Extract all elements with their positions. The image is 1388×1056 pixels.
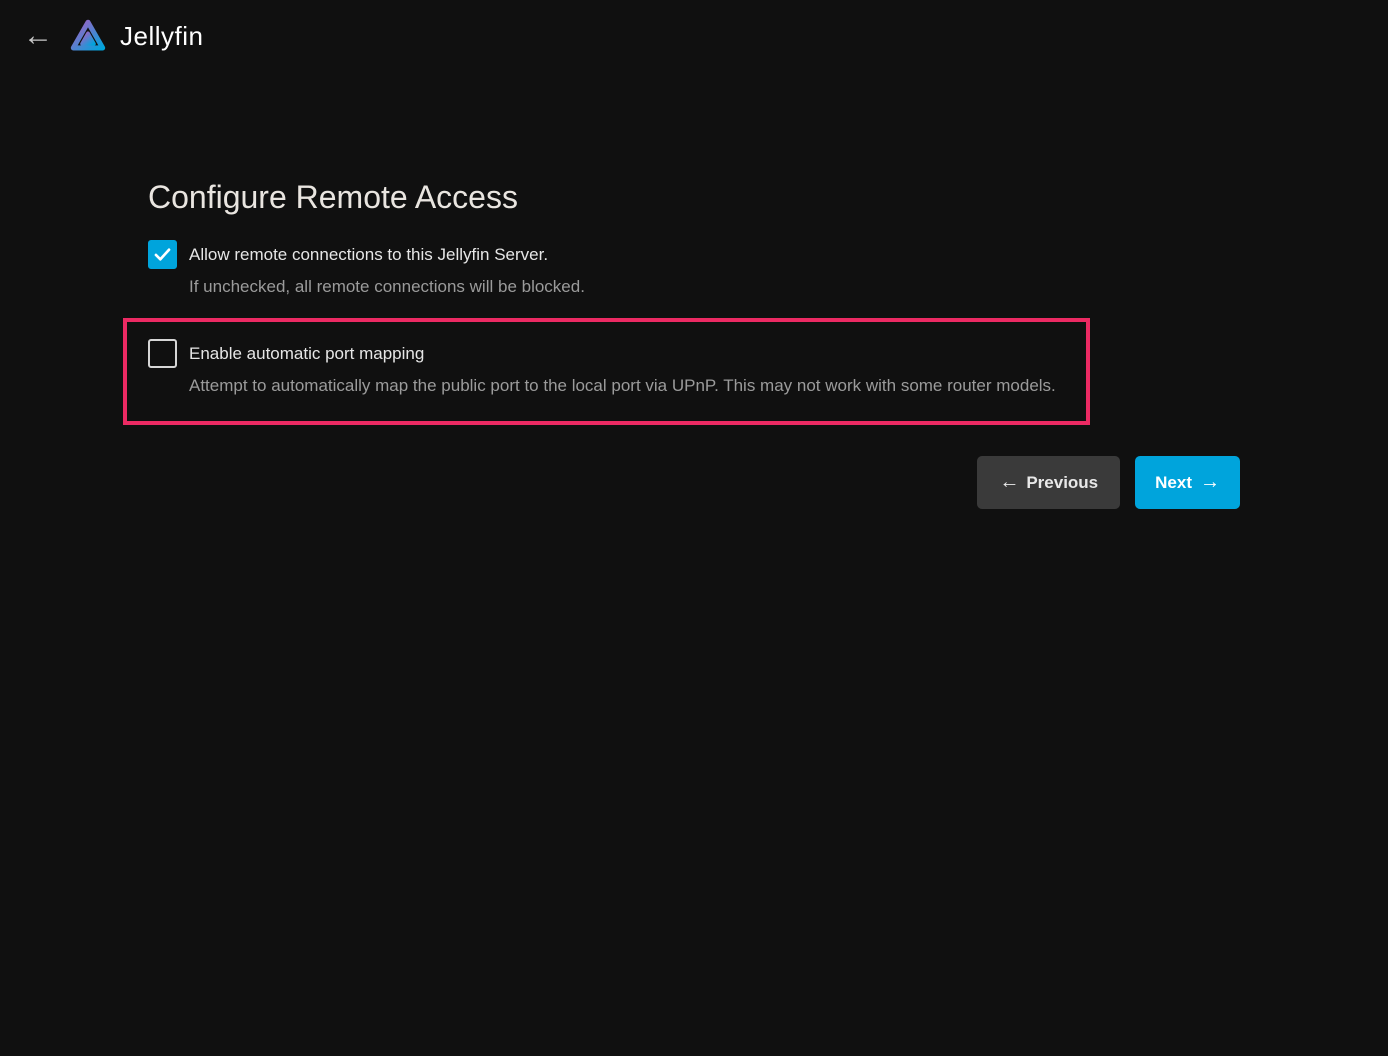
back-button[interactable]: ← (16, 14, 60, 58)
jellyfin-logo-icon (66, 14, 110, 58)
previous-button-label: Previous (1026, 473, 1098, 493)
port-mapping-description: Attempt to automatically map the public … (189, 376, 1056, 396)
allow-remote-label[interactable]: Allow remote connections to this Jellyfi… (189, 240, 585, 269)
arrow-right-icon: → (1200, 471, 1220, 494)
port-mapping-label[interactable]: Enable automatic port mapping (189, 339, 1056, 368)
wizard-page: Configure Remote Access Allow remote con… (148, 68, 1240, 509)
next-button-label: Next (1155, 473, 1192, 493)
app-header: ← Jellyfin (0, 0, 1388, 68)
annotation-highlight-box: Enable automatic port mapping Attempt to… (123, 318, 1090, 425)
option-port-mapping: Enable automatic port mapping Attempt to… (148, 339, 1066, 396)
previous-button[interactable]: ← Previous (977, 456, 1120, 509)
arrow-left-icon: ← (999, 471, 1019, 494)
option-allow-remote: Allow remote connections to this Jellyfi… (148, 240, 1240, 297)
arrow-left-icon: ← (23, 19, 53, 52)
app-name: Jellyfin (120, 21, 203, 52)
next-button[interactable]: Next → (1135, 456, 1240, 509)
page-title: Configure Remote Access (148, 178, 1240, 216)
checkmark-icon (152, 244, 173, 265)
port-mapping-checkbox[interactable] (148, 339, 177, 368)
jellyfin-logo (66, 14, 110, 58)
allow-remote-description: If unchecked, all remote connections wil… (189, 277, 585, 297)
wizard-nav-buttons: ← Previous Next → (148, 456, 1240, 509)
allow-remote-checkbox[interactable] (148, 240, 177, 269)
